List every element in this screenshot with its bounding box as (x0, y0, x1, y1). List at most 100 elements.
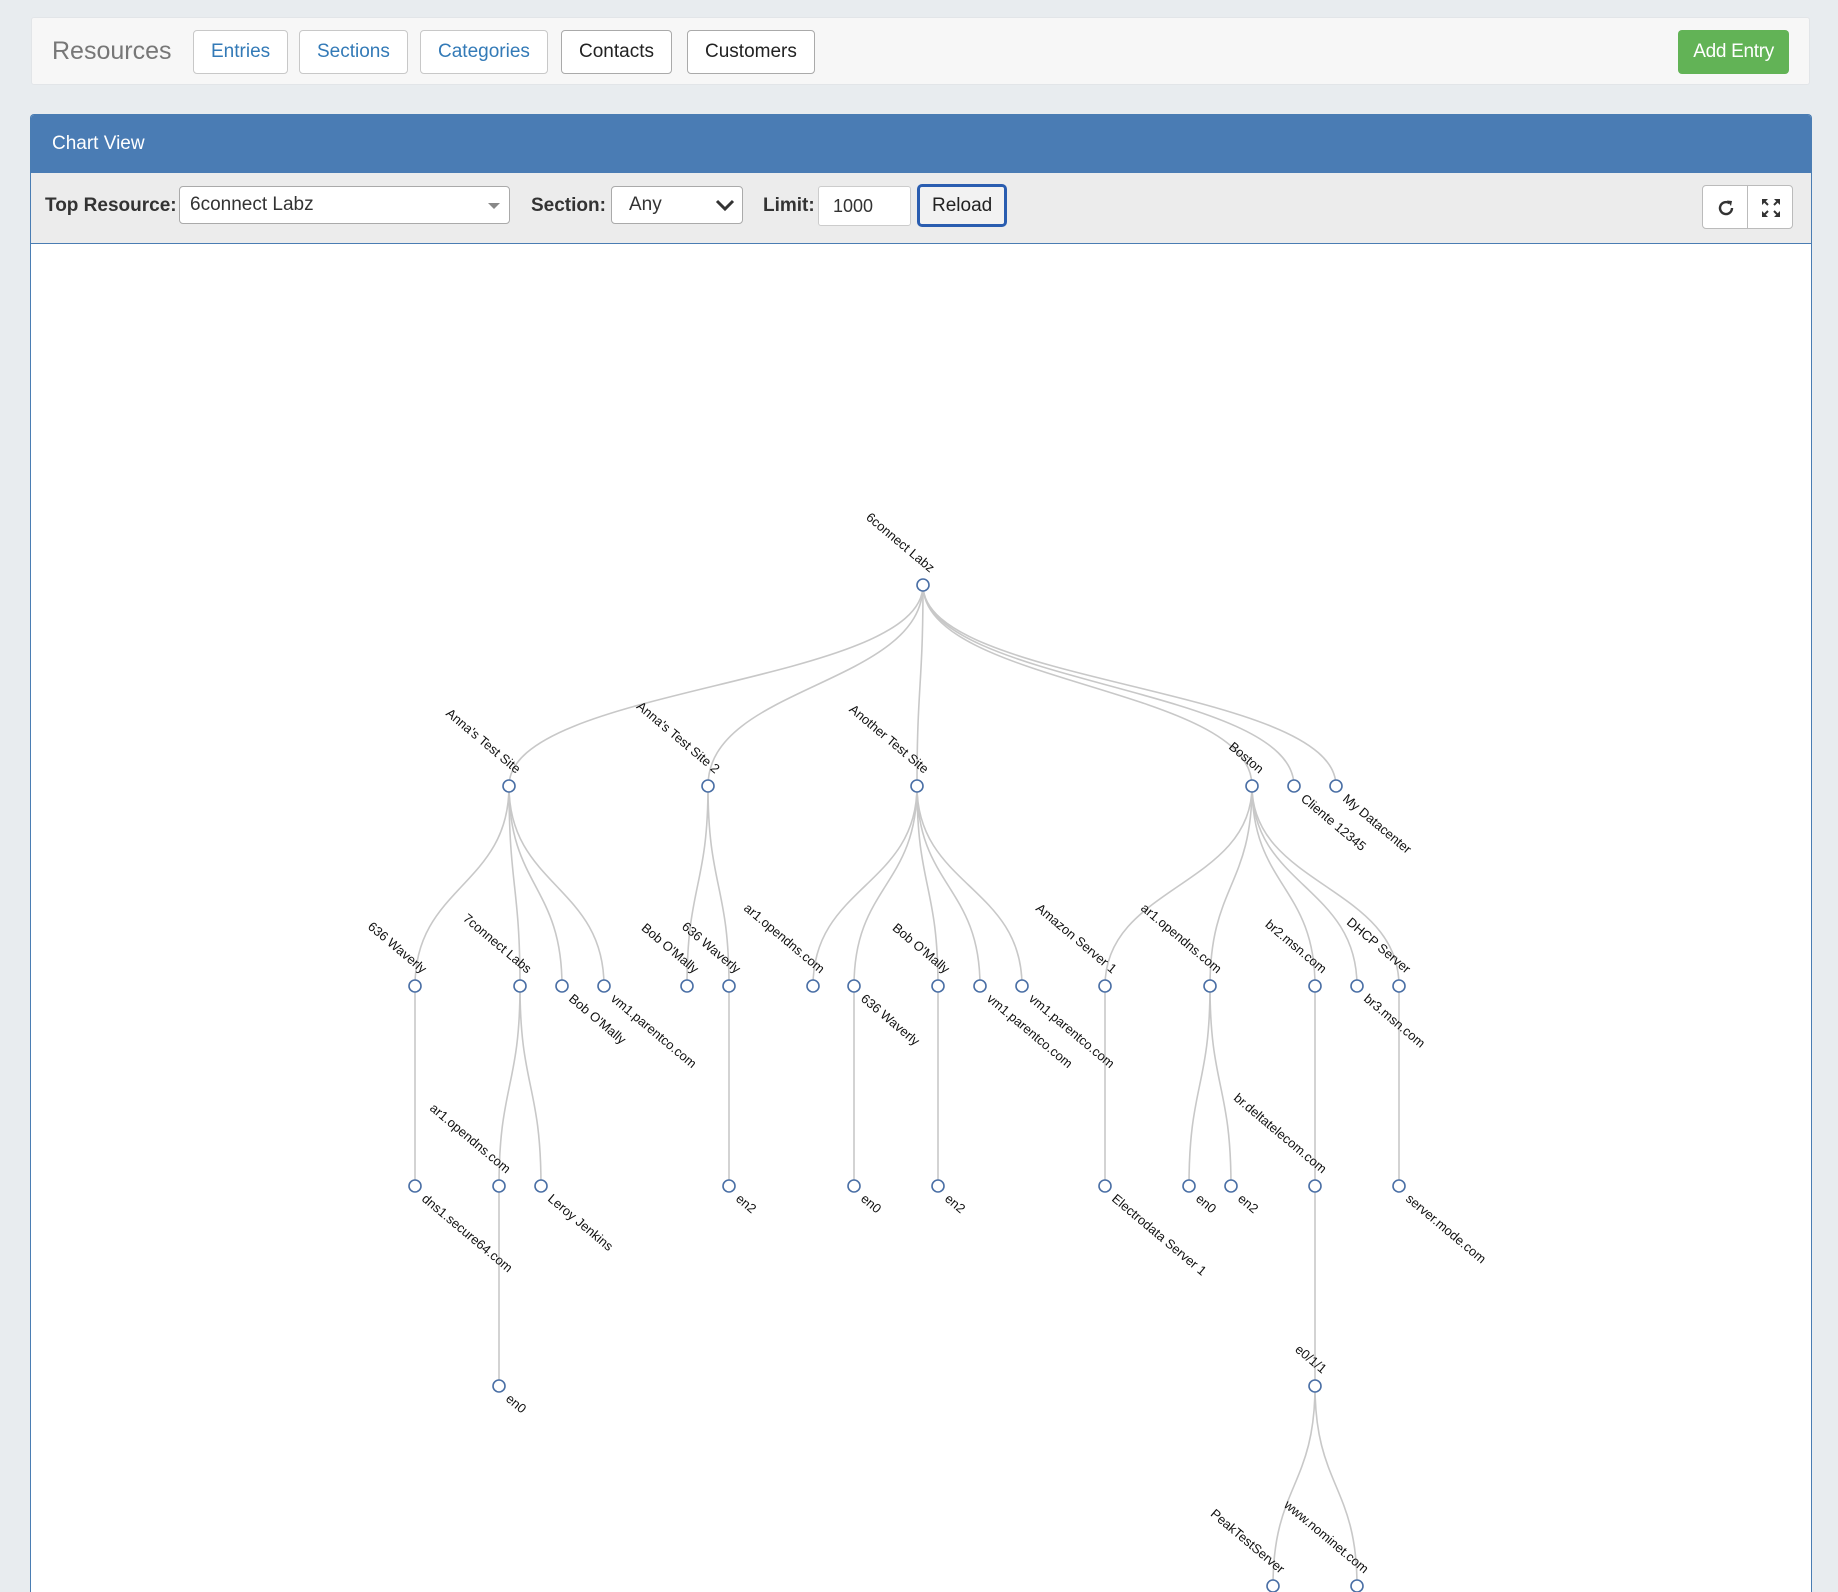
fullscreen-button[interactable] (1747, 185, 1793, 229)
tree-node[interactable] (492, 1379, 506, 1393)
limit-label: Limit: (763, 195, 815, 216)
tree-node[interactable] (847, 979, 861, 993)
tree-node-label: dns1.secure64.com (419, 1191, 516, 1275)
tree-node[interactable] (1015, 979, 1029, 993)
tree-node-label: Anna's Test Site 2 (634, 698, 723, 776)
tree-node-label: Amazon Server 1 (1033, 900, 1120, 976)
tree-node[interactable] (502, 779, 516, 793)
chart-toolbar: Top Resource: 6connect Labz Section: Any… (31, 173, 1811, 244)
panel-title: Chart View (31, 115, 1811, 173)
tree-node[interactable] (1308, 1179, 1322, 1193)
tree-node[interactable] (916, 578, 930, 592)
tree-node[interactable] (1287, 779, 1301, 793)
top-resource-value: 6connect Labz (190, 194, 314, 215)
tree-link (519, 985, 542, 1187)
tree-node[interactable] (701, 779, 715, 793)
tree-node[interactable] (806, 979, 820, 993)
section-label: Section: (531, 195, 606, 216)
tree-node-label: My Datacenter (1340, 791, 1415, 857)
tree-node-label: en0 (1193, 1191, 1219, 1216)
nav-categories-button[interactable]: Categories (420, 30, 548, 74)
tree-node[interactable] (1350, 1579, 1364, 1592)
tree-node-label: br2.msn.com (1263, 917, 1330, 977)
top-resource-select[interactable]: 6connect Labz (179, 186, 510, 224)
tree-link (853, 785, 918, 987)
tree-node[interactable] (1392, 1179, 1406, 1193)
tree-node-label: 7connect Labs (460, 910, 535, 976)
add-entry-button[interactable]: Add Entry (1678, 30, 1789, 74)
tree-node-label: DHCP Server (1344, 914, 1414, 976)
tree-node[interactable] (408, 1179, 422, 1193)
resource-tree-chart: 6connect Labz Anna's Test Site 636 Waverly… (365, 509, 1489, 1592)
tree-node[interactable] (408, 979, 422, 993)
tree-node-label: en0 (503, 1391, 529, 1416)
limit-input[interactable] (818, 186, 911, 226)
tree-node[interactable] (1308, 979, 1322, 993)
tree-node[interactable] (492, 1179, 506, 1193)
tree-link (414, 785, 510, 987)
tree-node[interactable] (722, 1179, 736, 1193)
tree-node-label: Electrodata Server 1 (1109, 1191, 1209, 1279)
tree-node[interactable] (1392, 979, 1406, 993)
tree-node[interactable] (722, 979, 736, 993)
tree-node[interactable] (513, 979, 527, 993)
nav-customers-button[interactable]: Customers (687, 30, 815, 74)
tree-links (414, 584, 1400, 1587)
tree-node-label: Boston (1226, 739, 1267, 777)
tree-link (1272, 1385, 1316, 1587)
tree-node[interactable] (680, 979, 694, 993)
tree-node[interactable] (1203, 979, 1217, 993)
nav-entries-button[interactable]: Entries (193, 30, 289, 74)
refresh-icon (1718, 200, 1734, 216)
section-value: Any (629, 194, 662, 215)
tree-link (1209, 785, 1253, 987)
tree-node[interactable] (931, 1179, 945, 1193)
chevron-down-icon (715, 199, 735, 212)
tree-node[interactable] (973, 979, 987, 993)
tree-node[interactable] (910, 779, 924, 793)
tree-link (812, 785, 918, 987)
tree-node[interactable] (597, 979, 611, 993)
tree-node-label: Anna's Test Site (443, 705, 524, 776)
top-navbar: Resources Entries Sections Categories Co… (31, 17, 1810, 85)
tree-node[interactable] (1329, 779, 1343, 793)
tree-node-label: ar1.opendns.com (1138, 900, 1225, 976)
tree-node-label: en2 (942, 1191, 968, 1216)
nav-contacts-button[interactable]: Contacts (561, 30, 672, 74)
top-resource-label: Top Resource: (45, 195, 177, 216)
tree-node[interactable] (847, 1179, 861, 1193)
refresh-button[interactable] (1702, 185, 1748, 229)
tree-link (922, 584, 1337, 787)
tree-node-label: en2 (1235, 1191, 1261, 1216)
tree-node[interactable] (931, 979, 945, 993)
tree-node-label: ar1.opendns.com (741, 900, 828, 976)
tree-node-label: br3.msn.com (1361, 991, 1428, 1051)
tree-node[interactable] (1182, 1179, 1196, 1193)
tree-link (922, 584, 1253, 787)
tree-node[interactable] (1266, 1579, 1280, 1592)
tree-node[interactable] (1098, 979, 1112, 993)
tree-link (1188, 985, 1211, 1187)
reload-button[interactable]: Reload (917, 184, 1008, 227)
tree-node-label: e0/1/1 (1292, 1342, 1329, 1377)
nav-sections-button[interactable]: Sections (299, 30, 408, 74)
tree-node[interactable] (555, 979, 569, 993)
tree-node[interactable] (1224, 1179, 1238, 1193)
expand-icon (1762, 199, 1780, 217)
tree-node[interactable] (534, 1179, 548, 1193)
tree-node[interactable] (1350, 979, 1364, 993)
tree-link (707, 584, 924, 787)
tree-node-label: Bob O'Mally (890, 920, 953, 977)
tree-node[interactable] (1308, 1379, 1322, 1393)
tree-node-label: 6connect Labz (863, 509, 937, 575)
tree-node-label: en2 (733, 1191, 759, 1216)
tree-node-label: www.nominet.com (1280, 1496, 1371, 1576)
tree-link (1209, 985, 1232, 1187)
tree-node-label: Leroy Jenkins (545, 1191, 616, 1254)
tree-node-label: server.mode.com (1403, 1191, 1489, 1267)
tree-link (1104, 785, 1253, 987)
caret-down-icon (488, 203, 500, 209)
tree-node[interactable] (1098, 1179, 1112, 1193)
tree-node[interactable] (1245, 779, 1259, 793)
section-select[interactable]: Any (611, 186, 743, 224)
